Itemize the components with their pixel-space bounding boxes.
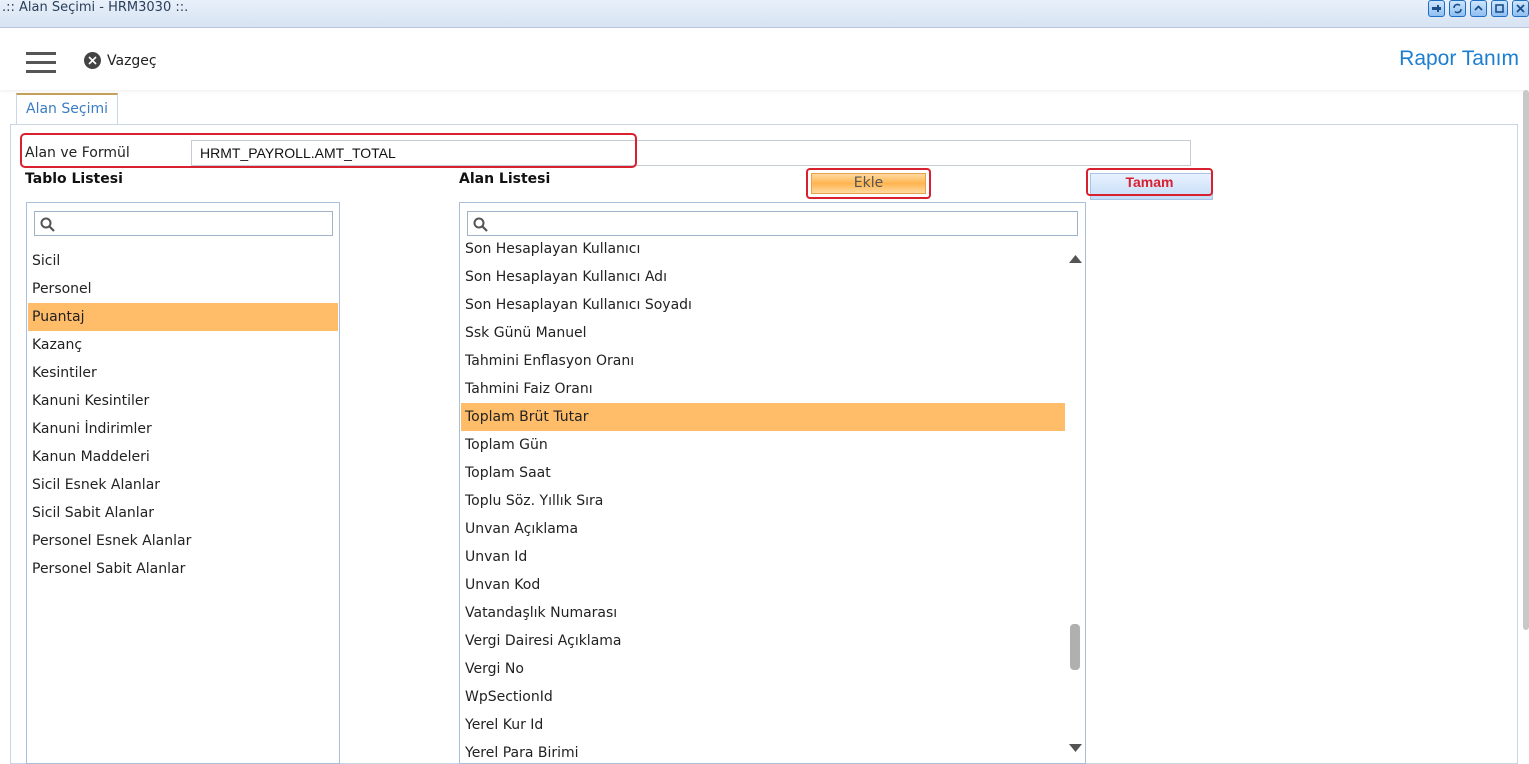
page-title: Rapor Tanım <box>1399 47 1519 70</box>
refresh-icon[interactable] <box>1449 0 1466 17</box>
list-item[interactable]: Kesintiler <box>28 359 338 387</box>
window-title: .:: Alan Seçimi - HRM3030 ::. <box>2 0 189 15</box>
list-item[interactable]: Vergi No <box>461 655 1065 683</box>
table-list-header: Tablo Listesi <box>25 171 123 187</box>
list-item[interactable]: Sicil Sabit Alanlar <box>28 499 338 527</box>
list-item[interactable]: Yerel Para Birimi <box>461 739 1065 763</box>
list-item[interactable]: Unvan Id <box>461 543 1065 571</box>
list-item[interactable]: Vatandaşlık Numarası <box>461 599 1065 627</box>
field-items: Son Hesaplayan Kullanıcı Son Hesaplayan K… <box>460 203 1070 763</box>
ok-button[interactable]: Tamam <box>1086 168 1213 200</box>
window-titlebar: .:: Alan Seçimi - HRM3030 ::. <box>0 0 1529 28</box>
list-item[interactable]: WpSectionId <box>461 683 1065 711</box>
page-scrollbar[interactable] <box>1523 90 1529 630</box>
menu-icon[interactable] <box>26 52 56 74</box>
field-list-header: Alan Listesi <box>459 171 551 187</box>
scroll-thumb[interactable] <box>1070 624 1080 670</box>
list-item[interactable]: Ssk Günü Manuel <box>461 319 1065 347</box>
table-list: Sicil Personel Puantaj Kazanç Kesintiler Kanu… <box>26 202 340 764</box>
cancel-button[interactable]: Vazgeç <box>84 52 157 69</box>
list-item[interactable]: Puantaj <box>28 303 338 331</box>
add-button-label: Ekle <box>811 173 926 194</box>
list-item[interactable]: Kanun Maddeleri <box>28 443 338 471</box>
toolbar: Vazgeç Rapor Tanım <box>0 28 1529 90</box>
pin-icon[interactable] <box>1428 0 1445 17</box>
cancel-label: Vazgeç <box>107 52 157 69</box>
scroll-up-icon[interactable] <box>1069 255 1082 263</box>
tab-alan-secimi[interactable]: Alan Seçimi <box>16 93 118 124</box>
list-item[interactable]: Personel Esnek Alanlar <box>28 527 338 555</box>
list-item[interactable]: Son Hesaplayan Kullanıcı Adı <box>461 263 1065 291</box>
search-icon <box>40 217 55 232</box>
list-item[interactable]: Vergi Dairesi Açıklama <box>461 627 1065 655</box>
close-icon[interactable] <box>1512 0 1529 17</box>
list-item[interactable]: Tahmini Enflasyon Oranı <box>461 347 1065 375</box>
field-list: Son Hesaplayan Kullanıcı Son Hesaplayan K… <box>459 202 1086 764</box>
list-item[interactable]: Personel Sabit Alanlar <box>28 555 338 583</box>
list-item[interactable]: Toplam Brüt Tutar <box>461 403 1065 431</box>
list-item[interactable]: Kazanç <box>28 331 338 359</box>
formula-highlight <box>20 133 637 168</box>
maximize-icon[interactable] <box>1491 0 1508 17</box>
list-item[interactable]: Toplam Saat <box>461 459 1065 487</box>
list-item[interactable]: Toplam Gün <box>461 431 1065 459</box>
ok-button-label: Tamam <box>1086 168 1213 196</box>
add-button[interactable]: Ekle <box>806 168 931 199</box>
list-item[interactable]: Sicil <box>28 247 338 275</box>
collapse-icon[interactable] <box>1470 0 1487 17</box>
list-item[interactable]: Unvan Kod <box>461 571 1065 599</box>
list-item[interactable]: Tahmini Faiz Oranı <box>461 375 1065 403</box>
window-controls <box>1428 0 1529 17</box>
list-item[interactable]: Toplu Söz. Yıllık Sıra <box>461 487 1065 515</box>
list-item[interactable]: Unvan Açıklama <box>461 515 1065 543</box>
list-item[interactable]: Kanuni İndirimler <box>28 415 338 443</box>
list-item[interactable]: Sicil Esnek Alanlar <box>28 471 338 499</box>
list-item[interactable]: Kanuni Kesintiler <box>28 387 338 415</box>
list-item[interactable]: Personel <box>28 275 338 303</box>
cancel-icon <box>84 52 101 69</box>
field-list-scrollbar[interactable] <box>1067 248 1084 761</box>
list-item[interactable]: Yerel Kur Id <box>461 711 1065 739</box>
list-item[interactable]: Son Hesaplayan Kullanıcı <box>461 235 1065 263</box>
table-search-input[interactable] <box>34 211 333 236</box>
list-item[interactable]: Son Hesaplayan Kullanıcı Soyadı <box>461 291 1065 319</box>
scroll-down-icon[interactable] <box>1069 744 1082 752</box>
